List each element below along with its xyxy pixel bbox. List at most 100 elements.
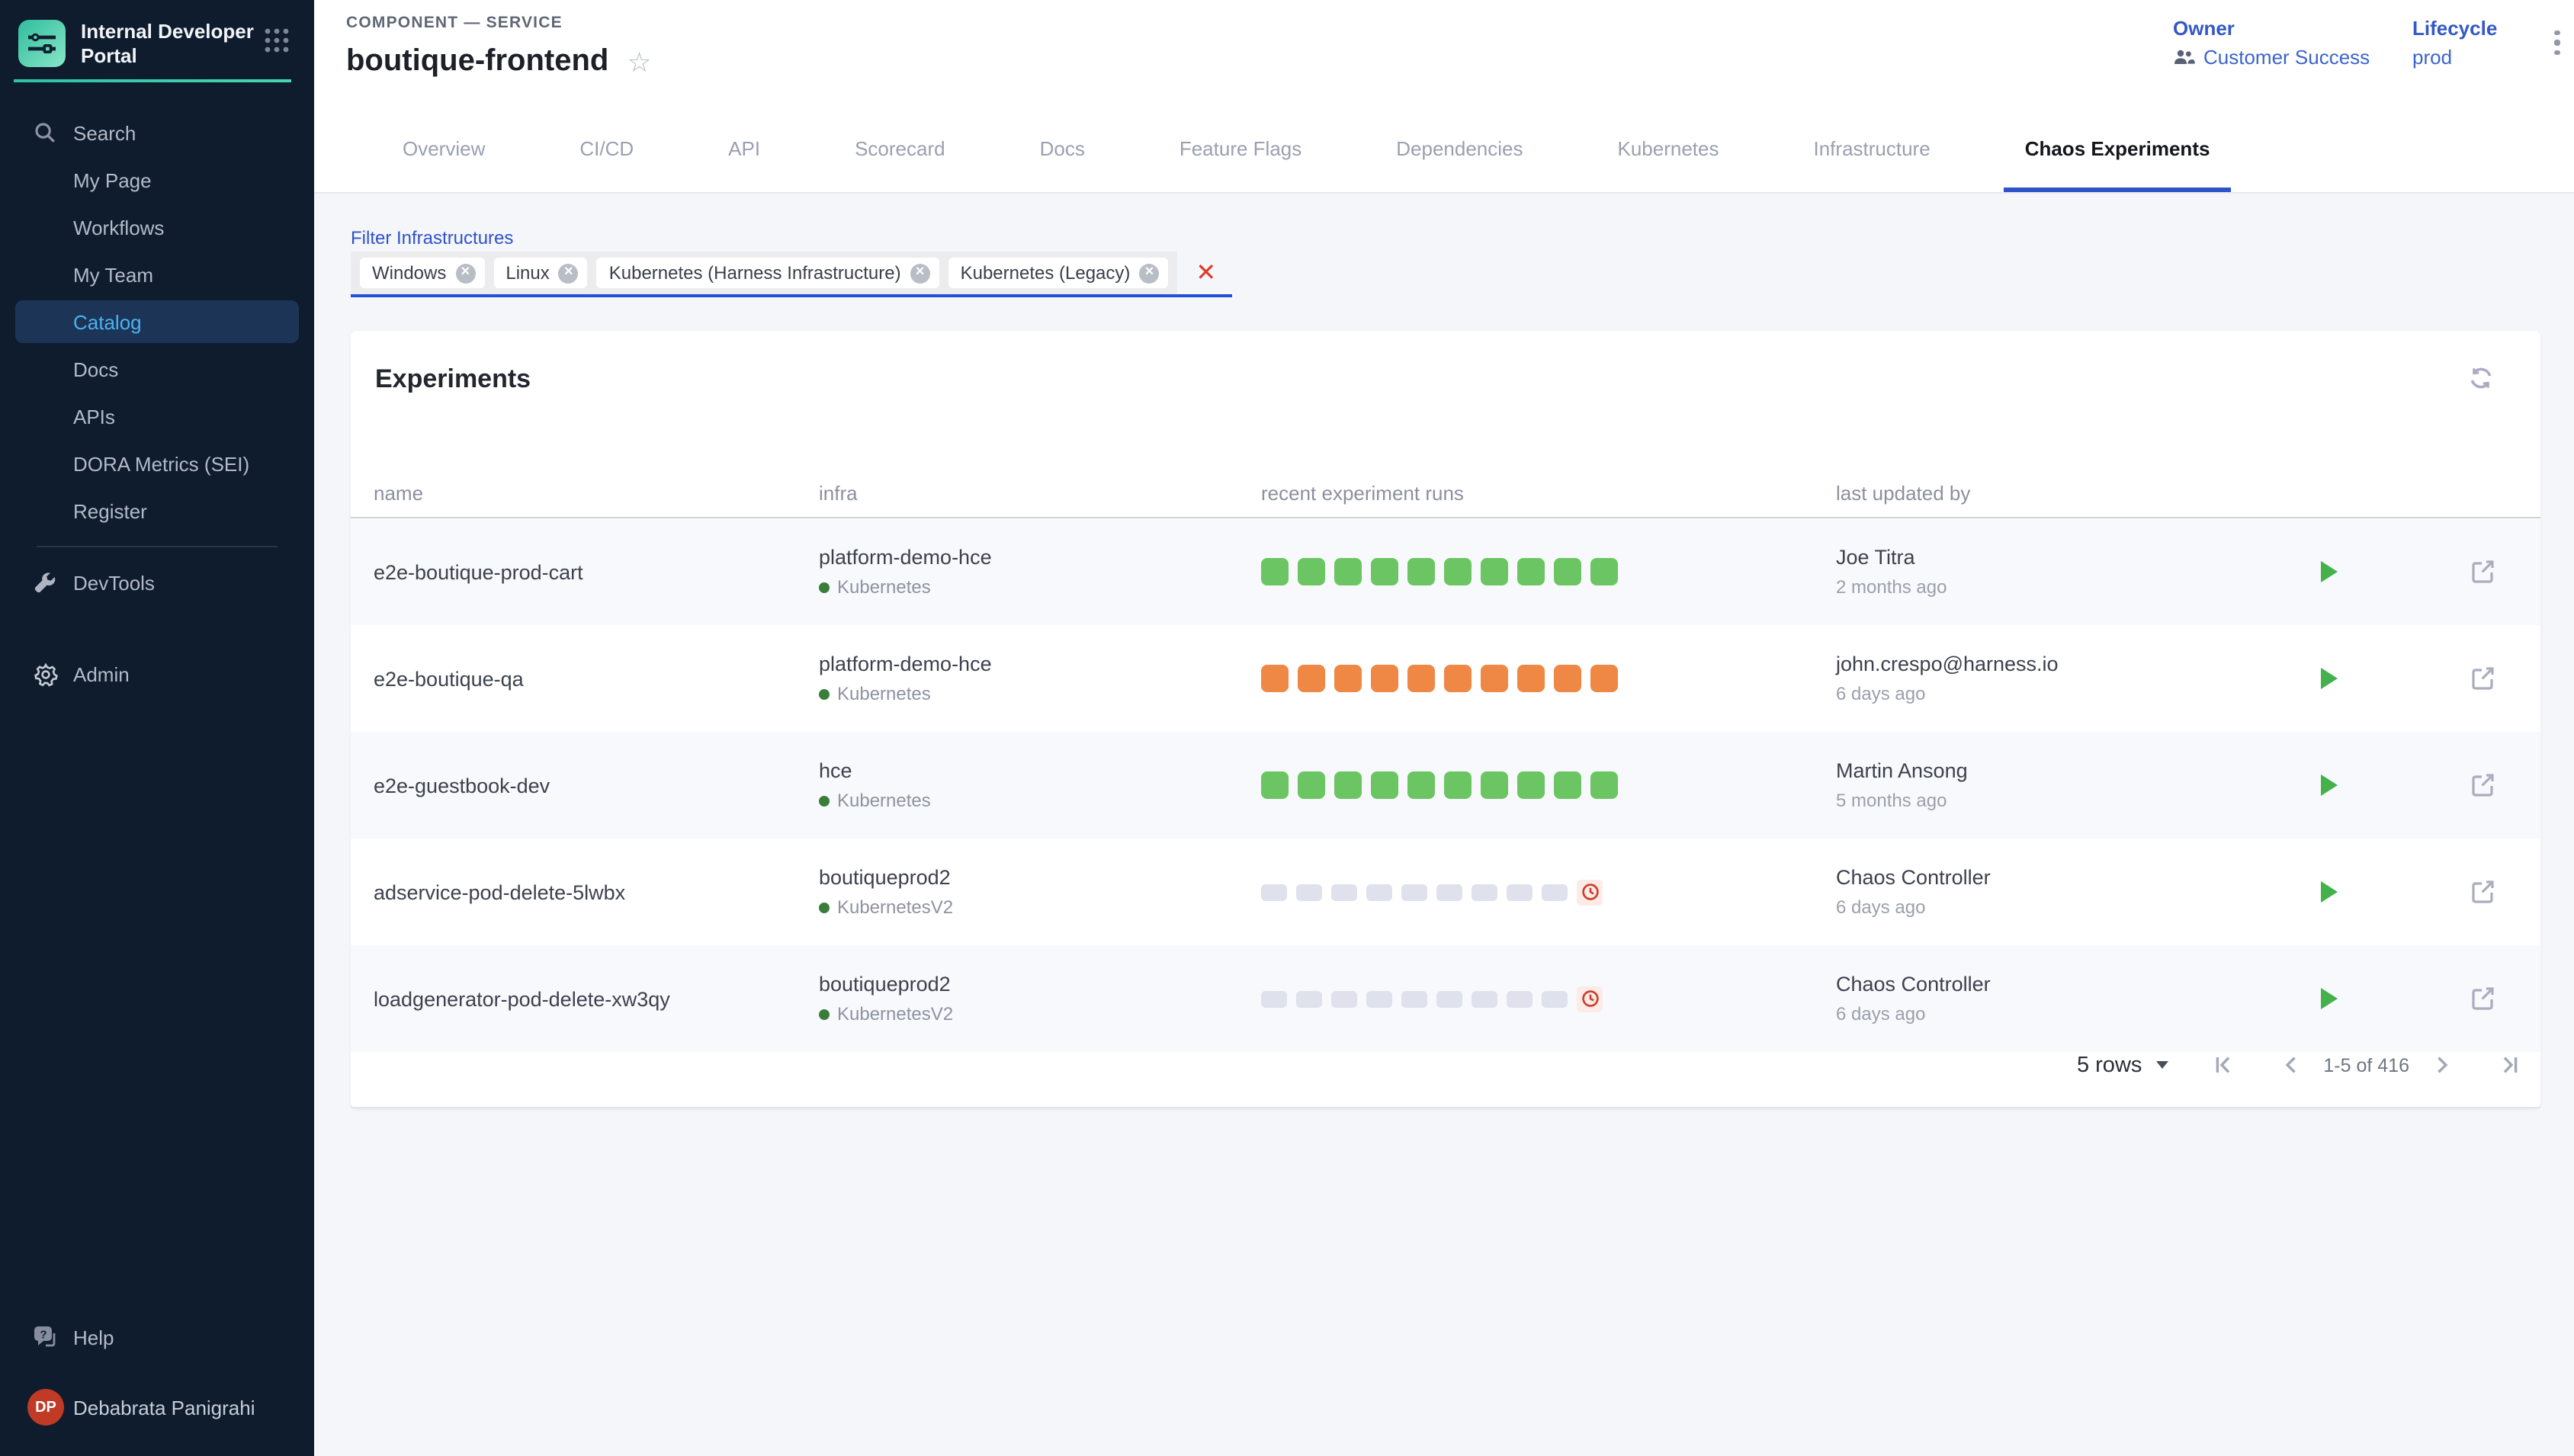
run-square[interactable] <box>1481 558 1508 585</box>
sidebar-item-search[interactable]: Search <box>15 111 299 154</box>
run-experiment-button[interactable] <box>2312 768 2345 802</box>
sidebar-item-my-team[interactable]: My Team <box>15 253 299 296</box>
run-square[interactable] <box>1444 665 1472 692</box>
sidebar-item-my-page[interactable]: My Page <box>15 159 299 201</box>
remove-chip-icon[interactable]: × <box>910 263 930 283</box>
run-square[interactable] <box>1590 558 1618 585</box>
run-square <box>1507 884 1533 900</box>
run-square[interactable] <box>1298 558 1325 585</box>
tab-kubernetes[interactable]: Kubernetes <box>1597 104 1741 192</box>
run-square[interactable] <box>1517 665 1545 692</box>
run-square[interactable] <box>1407 771 1435 799</box>
run-square[interactable] <box>1261 558 1289 585</box>
run-square[interactable] <box>1261 771 1289 799</box>
open-experiment-icon[interactable] <box>2467 877 2498 907</box>
kebab-menu-icon[interactable] <box>2544 24 2571 61</box>
tab-content: Filter Infrastructures Windows×Linux×Kub… <box>314 194 2574 1456</box>
run-square <box>1542 990 1568 1007</box>
sidebar-item-dora-metrics-sei-[interactable]: DORA Metrics (SEI) <box>15 442 299 485</box>
run-square[interactable] <box>1298 771 1325 799</box>
infra-name: boutiqueprod2 <box>819 866 1261 889</box>
run-square[interactable] <box>1554 665 1581 692</box>
run-square[interactable] <box>1334 558 1362 585</box>
run-experiment-button[interactable] <box>2312 555 2345 588</box>
run-square[interactable] <box>1481 771 1508 799</box>
run-square[interactable] <box>1590 665 1618 692</box>
run-square[interactable] <box>1334 665 1362 692</box>
sidebar-item-docs[interactable]: Docs <box>15 348 299 390</box>
sidebar-item-devtools[interactable]: DevTools <box>15 561 299 604</box>
open-experiment-icon[interactable] <box>2467 983 2498 1014</box>
run-experiment-button[interactable] <box>2312 875 2345 909</box>
owner-link[interactable]: Customer Success <box>2203 46 2370 69</box>
updated-by-name: Chaos Controller <box>1836 866 2312 889</box>
last-page-button[interactable] <box>2486 1042 2531 1088</box>
run-square[interactable] <box>1371 665 1398 692</box>
run-square[interactable] <box>1371 771 1398 799</box>
run-square[interactable] <box>1407 665 1435 692</box>
run-experiment-button[interactable] <box>2312 982 2345 1015</box>
recent-runs-cell <box>1261 986 1836 1012</box>
user-menu[interactable]: DP Debabrata Panigrahi <box>15 1386 299 1429</box>
run-square[interactable] <box>1298 665 1325 692</box>
rows-per-page-select[interactable]: 5 rows <box>2077 1053 2168 1077</box>
run-square <box>1331 884 1357 900</box>
infrastructure-filter: Windows×Linux×Kubernetes (Harness Infras… <box>351 252 1231 297</box>
favorite-star-icon[interactable]: ☆ <box>627 48 651 75</box>
infra-name: platform-demo-hce <box>819 546 1261 569</box>
tab-chaos-experiments[interactable]: Chaos Experiments <box>2004 104 2232 192</box>
remove-chip-icon[interactable]: × <box>1139 263 1159 283</box>
sidebar-item-register[interactable]: Register <box>15 489 299 532</box>
run-square[interactable] <box>1554 558 1581 585</box>
prev-page-button[interactable] <box>2268 1042 2314 1088</box>
tab-overview[interactable]: Overview <box>381 104 506 192</box>
run-square[interactable] <box>1261 665 1289 692</box>
sidebar-item-admin[interactable]: Admin <box>15 653 299 695</box>
page-range: 1-5 of 416 <box>2323 1054 2409 1076</box>
run-square[interactable] <box>1444 771 1472 799</box>
run-square[interactable] <box>1407 558 1435 585</box>
tab-scorecard[interactable]: Scorecard <box>833 104 967 192</box>
clear-filters-button[interactable]: ✕ <box>1177 252 1231 297</box>
filter-infrastructures-label[interactable]: Filter Infrastructures <box>351 227 513 249</box>
sidebar-item-catalog[interactable]: Catalog <box>15 300 299 343</box>
sidebar-item-apis[interactable]: APIs <box>15 395 299 438</box>
filter-chip: Kubernetes (Harness Infrastructure)× <box>597 258 939 288</box>
tab-dependencies[interactable]: Dependencies <box>1375 104 1544 192</box>
tab-feature-flags[interactable]: Feature Flags <box>1158 104 1323 192</box>
run-square[interactable] <box>1371 558 1398 585</box>
first-page-button[interactable] <box>2201 1042 2247 1088</box>
refresh-icon[interactable] <box>2467 364 2495 392</box>
run-square[interactable] <box>1590 771 1618 799</box>
run-square[interactable] <box>1517 558 1545 585</box>
remove-chip-icon[interactable]: × <box>559 263 579 283</box>
tab-api[interactable]: API <box>707 104 782 192</box>
run-square <box>1366 990 1392 1007</box>
tab-ci-cd[interactable]: CI/CD <box>558 104 655 192</box>
open-experiment-icon[interactable] <box>2467 556 2498 587</box>
run-experiment-button[interactable] <box>2312 662 2345 695</box>
filter-chip-label: Windows <box>372 262 446 284</box>
run-square[interactable] <box>1554 771 1581 799</box>
apps-grid-icon[interactable] <box>264 27 290 53</box>
open-experiment-icon[interactable] <box>2467 770 2498 800</box>
run-square <box>1436 884 1462 900</box>
tab-infrastructure[interactable]: Infrastructure <box>1792 104 1952 192</box>
remove-chip-icon[interactable]: × <box>455 263 475 283</box>
sidebar-item-help[interactable]: ? Help <box>15 1316 299 1358</box>
experiment-name-cell: e2e-guestbook-dev <box>374 774 819 797</box>
run-square[interactable] <box>1481 665 1508 692</box>
lifecycle-value: prod <box>2412 46 2452 69</box>
run-square[interactable] <box>1444 558 1472 585</box>
last-updated-cell: Chaos Controller6 days ago <box>1836 973 2312 1025</box>
run-square[interactable] <box>1517 771 1545 799</box>
infra-type-label: Kubernetes <box>837 790 931 811</box>
experiments-rows: e2e-boutique-prod-cartplatform-demo-hceK… <box>351 518 2540 1052</box>
next-page-button[interactable] <box>2418 1042 2464 1088</box>
open-experiment-icon[interactable] <box>2467 663 2498 694</box>
sidebar-item-workflows[interactable]: Workflows <box>15 206 299 249</box>
updated-time: 5 months ago <box>1836 790 2312 811</box>
filter-chipbar[interactable]: Windows×Linux×Kubernetes (Harness Infras… <box>351 252 1177 297</box>
run-square[interactable] <box>1334 771 1362 799</box>
tab-docs[interactable]: Docs <box>1019 104 1106 192</box>
